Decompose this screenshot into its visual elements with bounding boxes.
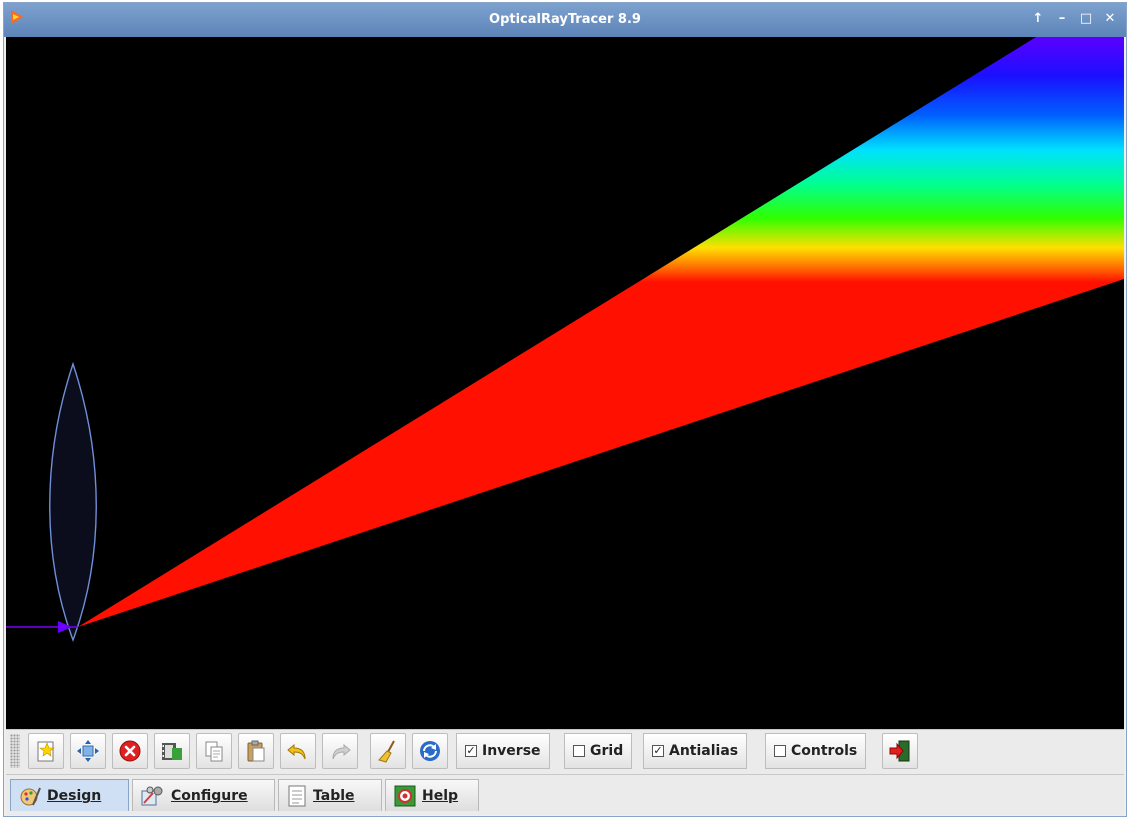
ray-trace-drawing <box>6 37 1124 643</box>
antialias-label: Antialias <box>669 743 739 759</box>
new-icon <box>37 741 55 762</box>
window-title: OpticalRayTracer 8.9 <box>489 12 641 27</box>
inverse-label: Inverse <box>482 743 541 759</box>
film-button[interactable] <box>154 733 190 769</box>
tab-table-label: Table <box>313 787 355 804</box>
pin-icon[interactable]: ↑ <box>1030 11 1046 27</box>
paste-button[interactable] <box>238 733 274 769</box>
controls-toggle[interactable]: Controls <box>765 733 867 769</box>
grid-checkbox[interactable] <box>573 745 585 757</box>
tab-design-label: Design <box>47 787 102 804</box>
redo-icon <box>332 743 351 760</box>
grid-toggle[interactable]: Grid <box>564 733 633 769</box>
configure-icon <box>141 786 163 805</box>
move-button[interactable] <box>70 733 106 769</box>
film-icon <box>162 743 182 760</box>
tab-help-label: Help <box>422 787 459 804</box>
new-component-button[interactable] <box>28 733 64 769</box>
inverse-toggle[interactable]: ✓ Inverse <box>456 733 550 769</box>
exit-button[interactable] <box>882 733 918 769</box>
tab-configure[interactable]: Configure <box>132 779 275 811</box>
refresh-icon <box>420 741 440 761</box>
controls-checkbox[interactable] <box>774 745 786 757</box>
spectrum-beam <box>78 37 1124 627</box>
app-window: OpticalRayTracer 8.9 ↑ – □ ✕ ✓ Inverse G… <box>3 2 1127 817</box>
tab-configure-label: Configure <box>171 787 248 804</box>
antialias-checkbox[interactable]: ✓ <box>652 745 664 757</box>
redo-button[interactable] <box>322 733 358 769</box>
delete-icon <box>119 740 141 762</box>
ray-trace-canvas[interactable] <box>6 37 1124 729</box>
title-bar[interactable]: OpticalRayTracer 8.9 ↑ – □ ✕ <box>4 3 1126 37</box>
copy-icon <box>205 741 223 762</box>
grid-label: Grid <box>590 743 624 759</box>
toolbar-grip[interactable] <box>10 734 20 768</box>
clear-button[interactable] <box>370 733 406 769</box>
close-icon[interactable]: ✕ <box>1102 11 1118 27</box>
controls-label: Controls <box>791 743 858 759</box>
tab-design[interactable]: Design <box>10 779 129 811</box>
design-icon <box>20 787 41 805</box>
toolbar: ✓ Inverse Grid ✓ Antialias Controls <box>6 729 1124 775</box>
exit-icon <box>889 740 910 762</box>
tab-help[interactable]: Help <box>385 779 479 811</box>
lens-outline <box>49 361 97 643</box>
tab-bar: Design Configure Table Help <box>6 775 1124 815</box>
help-icon <box>394 785 416 806</box>
broom-icon <box>378 740 395 763</box>
maximize-icon[interactable]: □ <box>1078 11 1094 27</box>
move-icon <box>77 740 99 762</box>
tab-table[interactable]: Table <box>278 779 382 811</box>
undo-icon <box>287 743 306 760</box>
copy-button[interactable] <box>196 733 232 769</box>
refresh-button[interactable] <box>412 733 448 769</box>
minimize-icon[interactable]: – <box>1054 11 1070 27</box>
paste-icon <box>247 740 265 762</box>
inverse-checkbox[interactable]: ✓ <box>465 745 477 757</box>
undo-button[interactable] <box>280 733 316 769</box>
antialias-toggle[interactable]: ✓ Antialias <box>643 733 748 769</box>
delete-button[interactable] <box>112 733 148 769</box>
table-icon <box>288 785 306 806</box>
